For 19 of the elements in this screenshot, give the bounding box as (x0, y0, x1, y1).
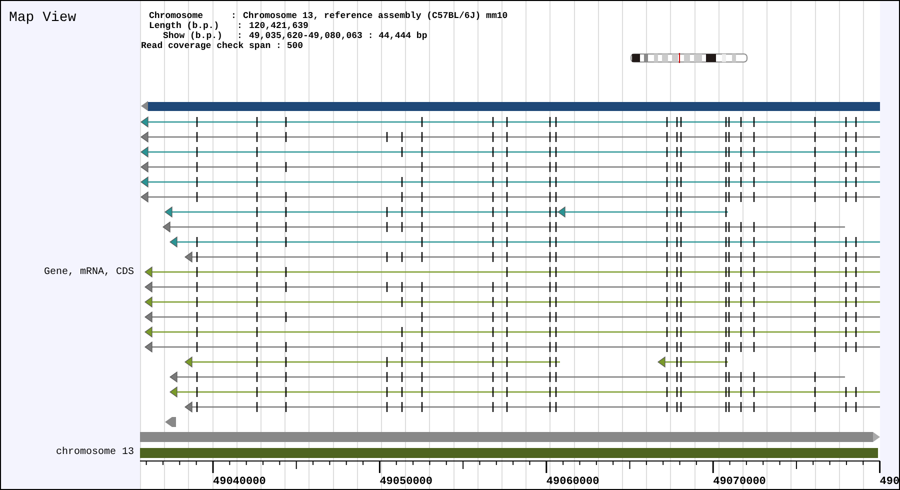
info-value: Chromosome 13, reference assembly (C57BL/6J) mm10 (243, 11, 509, 21)
track-label: Gene, mRNA, CDS (44, 267, 134, 278)
coverage-span-text: Read coverage check span : 500 (141, 41, 304, 51)
marker-icon (165, 417, 176, 427)
info-separator: : (237, 21, 244, 31)
info-value: 49,035,620-49,080,063 : 44,444 bp (249, 31, 428, 41)
axis-label: 49050000 (380, 476, 433, 488)
info-separator: : (231, 11, 238, 21)
info-label: Show (b.p.) (162, 31, 224, 41)
chromosome-label: chromosome 13 (56, 447, 134, 458)
view-title: Map View (8, 9, 78, 26)
axis-label: 49060000 (546, 476, 600, 488)
info-value: 120,421,639 (249, 21, 310, 31)
axis-label: 49040000 (213, 476, 266, 488)
info-label: Chromosome (149, 11, 204, 21)
axis-label: 490 (880, 476, 899, 488)
info-label: Length (b.p.) (149, 21, 220, 31)
axis-label: 49070000 (713, 476, 766, 488)
info-separator: : (237, 31, 244, 41)
